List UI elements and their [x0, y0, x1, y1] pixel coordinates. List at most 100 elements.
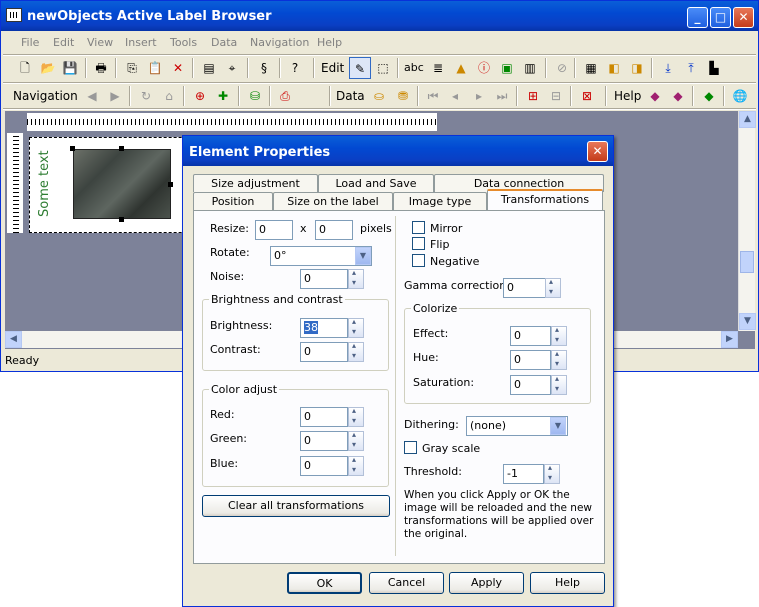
shapes-icon[interactable]: ▲ — [450, 57, 472, 79]
go-icon[interactable]: ✚ — [212, 85, 234, 107]
negative-checkbox[interactable] — [412, 254, 425, 267]
noise-spinner[interactable] — [348, 268, 364, 289]
move-up-icon[interactable]: ⤒ — [680, 57, 702, 79]
open-folder-icon[interactable]: 📂 — [37, 57, 59, 79]
tab-size-on-label[interactable]: Size on the label — [273, 192, 393, 210]
disabled-icon[interactable]: ⊘ — [551, 57, 573, 79]
resize-handle[interactable] — [168, 182, 173, 187]
new-file-icon[interactable]: 🗋 — [14, 57, 36, 79]
brightness-spinner[interactable] — [348, 317, 364, 338]
globe-icon[interactable]: 🌐 — [729, 85, 751, 107]
contrast-input[interactable]: 0 — [300, 342, 348, 362]
record-copy-icon[interactable]: ⊟ — [545, 85, 567, 107]
grayscale-checkbox[interactable] — [404, 441, 417, 454]
scroll-up-arrow[interactable]: ▲ — [739, 111, 756, 128]
save-icon[interactable]: 💾 — [59, 57, 81, 79]
scroll-down-arrow[interactable]: ▼ — [739, 313, 756, 330]
crosshair-icon[interactable]: ⌖ — [221, 57, 243, 79]
hue-spinner[interactable] — [551, 349, 567, 370]
vertical-scroll-thumb[interactable] — [740, 251, 754, 273]
contrast-spinner[interactable] — [348, 341, 364, 362]
print-icon[interactable]: 🖶 — [90, 57, 112, 79]
dithering-dropdown-arrow[interactable]: ▼ — [550, 417, 566, 435]
menu-tools[interactable]: Tools — [170, 36, 197, 49]
paragraph-icon[interactable]: ≣ — [427, 57, 449, 79]
help-book-icon[interactable]: ◆ — [644, 85, 666, 107]
ok-button[interactable]: OK — [287, 572, 362, 594]
image-element[interactable] — [73, 149, 171, 219]
first-record-icon[interactable]: ⏮ — [422, 85, 444, 107]
last-record-icon[interactable]: ⏭ — [491, 85, 513, 107]
resize-handle[interactable] — [119, 146, 124, 151]
delete-icon[interactable]: ✕ — [167, 57, 189, 79]
flip-checkbox[interactable] — [412, 237, 425, 250]
menu-insert[interactable]: Insert — [125, 36, 157, 49]
move-down-icon[interactable]: ⤓ — [657, 57, 679, 79]
info-icon[interactable]: ⓘ — [473, 57, 495, 79]
database-icon[interactable]: ⛀ — [368, 85, 390, 107]
barcode-icon[interactable]: ▥ — [519, 57, 541, 79]
scroll-right-arrow[interactable]: ▶ — [721, 331, 738, 348]
menu-edit[interactable]: Edit — [53, 36, 74, 49]
paste-icon[interactable]: 📋 — [144, 57, 166, 79]
record-add-icon[interactable]: ⊞ — [522, 85, 544, 107]
green-spinner[interactable] — [348, 430, 364, 451]
tab-transformations[interactable]: Transformations — [487, 189, 603, 210]
pencil-icon[interactable]: ✎ — [349, 57, 371, 79]
close-button[interactable]: ✕ — [733, 7, 754, 28]
print-preview-icon[interactable]: ⎙ — [274, 85, 296, 107]
green-input[interactable]: 0 — [300, 431, 348, 451]
blue-spinner[interactable] — [348, 455, 364, 476]
threshold-input[interactable]: -1 — [503, 464, 544, 484]
help-question-icon[interactable]: ? — [284, 57, 306, 79]
rotated-text-element[interactable]: Some text — [37, 149, 69, 219]
red-spinner[interactable] — [348, 406, 364, 427]
bring-front-icon[interactable]: ◧ — [603, 57, 625, 79]
maximize-button[interactable]: □ — [710, 7, 731, 28]
resize-handle[interactable] — [70, 146, 75, 151]
web-icon[interactable]: ⛁ — [244, 85, 266, 107]
image-icon[interactable]: ▣ — [496, 57, 518, 79]
cancel-button[interactable]: Cancel — [369, 572, 444, 594]
scroll-left-arrow[interactable]: ◀ — [5, 331, 22, 348]
back-icon[interactable]: ◀ — [81, 85, 103, 107]
prev-record-icon[interactable]: ◂ — [444, 85, 466, 107]
minimize-button[interactable]: _ — [687, 7, 708, 28]
text-tool-icon[interactable]: abc — [404, 57, 424, 79]
tab-size-adjustment[interactable]: Size adjustment — [193, 174, 318, 192]
resize-handle[interactable] — [119, 217, 124, 222]
help-topic-icon[interactable]: ◆ — [698, 85, 720, 107]
help-button[interactable]: Help — [530, 572, 605, 594]
help-index-icon[interactable]: ◆ — [667, 85, 689, 107]
effect-spinner[interactable] — [551, 325, 567, 346]
red-input[interactable]: 0 — [300, 407, 348, 427]
label-properties-icon[interactable]: ▤ — [198, 57, 220, 79]
properties-icon[interactable]: ▦ — [580, 57, 602, 79]
resize-width-input[interactable]: 0 — [255, 220, 293, 240]
apply-button[interactable]: Apply — [449, 572, 524, 594]
refresh-icon[interactable]: ↻ — [135, 85, 157, 107]
menu-file[interactable]: File — [21, 36, 39, 49]
brightness-input[interactable]: 38 — [300, 318, 348, 338]
copy-icon[interactable]: ⎘ — [121, 57, 143, 79]
menu-view[interactable]: View — [87, 36, 113, 49]
threshold-spinner[interactable] — [544, 463, 560, 484]
gamma-correction-spinner[interactable] — [545, 277, 561, 298]
menu-help[interactable]: Help — [317, 36, 342, 49]
resize-height-input[interactable]: 0 — [315, 220, 353, 240]
align-icon[interactable]: ▙ — [703, 57, 725, 79]
rotate-dropdown-arrow[interactable]: ▼ — [355, 247, 371, 265]
saturation-spinner[interactable] — [551, 374, 567, 395]
select-rect-icon[interactable]: ⬚ — [372, 57, 394, 79]
hue-input[interactable]: 0 — [510, 350, 551, 370]
home-icon[interactable]: ⌂ — [158, 85, 180, 107]
script-icon[interactable]: § — [253, 57, 275, 79]
database-edit-icon[interactable]: ⛃ — [392, 85, 414, 107]
vertical-scrollbar[interactable]: ▲ ▼ — [738, 111, 756, 331]
saturation-input[interactable]: 0 — [510, 375, 551, 395]
noise-input[interactable]: 0 — [300, 269, 348, 289]
send-back-icon[interactable]: ◨ — [626, 57, 648, 79]
forward-icon[interactable]: ▶ — [104, 85, 126, 107]
effect-input[interactable]: 0 — [510, 326, 551, 346]
blue-input[interactable]: 0 — [300, 456, 348, 476]
